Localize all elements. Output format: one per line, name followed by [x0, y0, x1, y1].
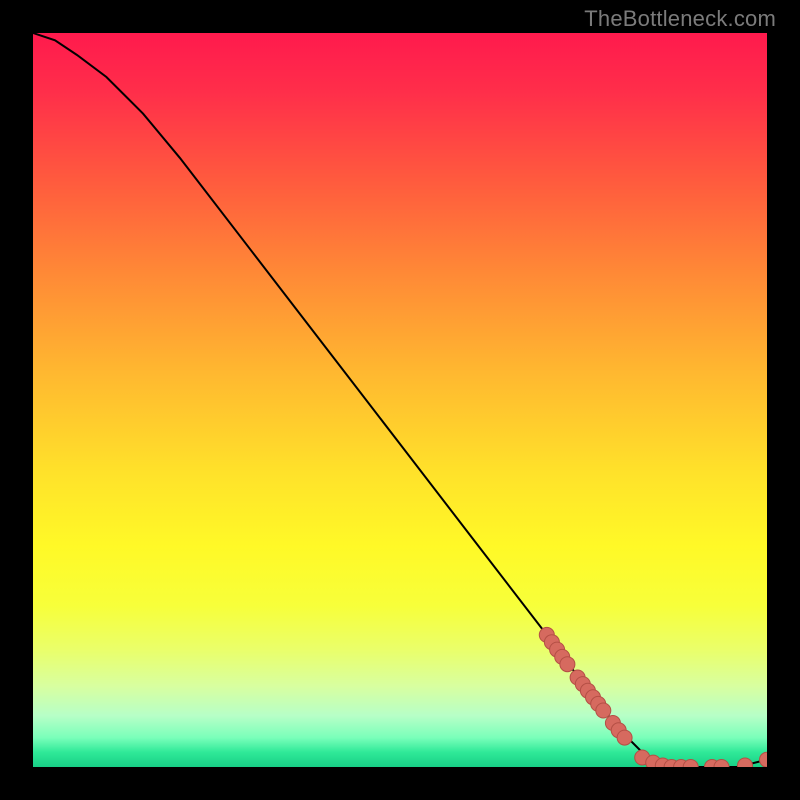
chart-frame: TheBottleneck.com: [0, 0, 800, 800]
data-point: [596, 703, 611, 718]
data-point: [760, 752, 768, 767]
data-points: [539, 627, 767, 767]
data-point: [617, 730, 632, 745]
data-point: [738, 758, 753, 767]
data-point: [560, 657, 575, 672]
chart-svg: [33, 33, 767, 767]
watermark-text: TheBottleneck.com: [584, 6, 776, 32]
plot-area: [33, 33, 767, 767]
bottleneck-curve: [33, 33, 767, 767]
